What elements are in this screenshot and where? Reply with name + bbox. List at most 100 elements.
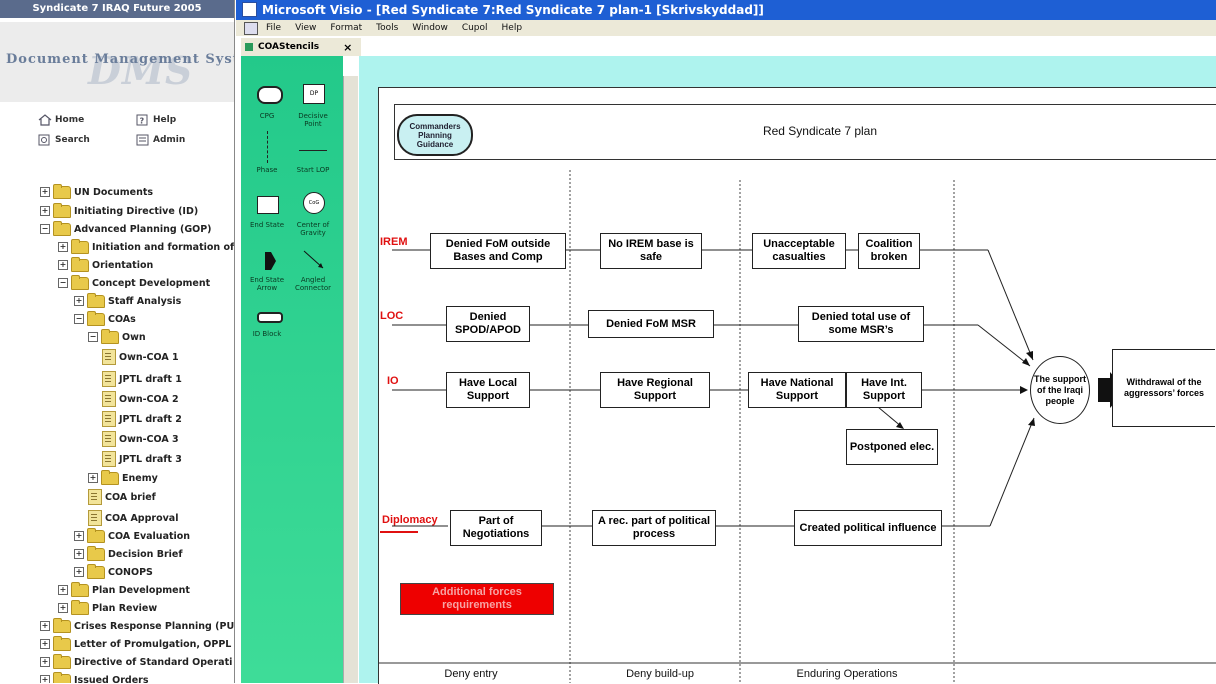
center-of-gravity-circle[interactable]: The support of the Iraqi people xyxy=(1030,356,1090,424)
stencil-close-button[interactable]: × xyxy=(343,41,352,54)
expand-icon[interactable]: + xyxy=(40,639,50,649)
tree-item[interactable]: + Directive of Standard Operati xyxy=(40,653,232,670)
end-state-arrow-shape[interactable] xyxy=(263,250,277,276)
stencil-scrollbar[interactable] xyxy=(343,76,358,683)
phase-enduring-operations: Enduring Operations xyxy=(796,668,898,680)
expand-icon[interactable]: + xyxy=(74,567,84,577)
tree-item[interactable]: − Concept Development xyxy=(58,274,210,291)
tree-item[interactable]: + UN Documents xyxy=(40,183,153,200)
tree-item[interactable]: + Crises Response Planning (PU xyxy=(40,617,234,634)
tree-item[interactable]: + Staff Analysis xyxy=(74,292,181,309)
expand-icon[interactable]: + xyxy=(58,603,68,613)
tree-item[interactable]: JPTL draft 1 xyxy=(102,371,182,387)
decisive-point-shape[interactable]: DP xyxy=(303,84,325,104)
tree-item[interactable]: Own-COA 1 xyxy=(102,349,179,365)
tree-item[interactable]: − Advanced Planning (GOP) xyxy=(40,220,212,237)
menu-format[interactable]: Format xyxy=(330,23,362,33)
id-block-shape[interactable] xyxy=(257,312,283,323)
menu-help[interactable]: Help xyxy=(502,23,523,33)
box-additional-forces[interactable]: Additional forces requirements xyxy=(400,583,554,615)
phase-shape[interactable] xyxy=(267,131,269,163)
document-icon xyxy=(88,510,102,526)
visio-app-icon xyxy=(242,2,257,17)
tree-item[interactable]: + Plan Development xyxy=(58,581,190,598)
box-created-political-influence[interactable]: Created political influence xyxy=(794,510,942,546)
tree-item[interactable]: Own-COA 2 xyxy=(102,391,179,407)
cpg-shape[interactable] xyxy=(257,86,283,104)
expand-icon[interactable]: + xyxy=(88,473,98,483)
box-denied-fom-msr[interactable]: Denied FoM MSR xyxy=(588,310,714,338)
box-postponed-elec[interactable]: Postponed elec. xyxy=(846,429,938,465)
tree-item[interactable]: + Initiation and formation of xyxy=(58,238,234,255)
center-of-gravity-shape[interactable]: CoG xyxy=(303,192,325,214)
box-denied-total-use[interactable]: Denied total use of some MSR’s xyxy=(798,306,924,342)
end-state-box[interactable]: Withdrawal of the aggressors’ forces xyxy=(1112,349,1215,427)
box-denied-spod-apod[interactable]: Denied SPOD/APOD xyxy=(446,306,530,342)
expand-icon[interactable]: + xyxy=(58,242,68,252)
tree-item[interactable]: − Own xyxy=(88,328,146,345)
commanders-guidance-oval[interactable]: Commanders Planning Guidance xyxy=(397,114,473,156)
expand-icon[interactable]: + xyxy=(40,657,50,667)
tree-item[interactable]: JPTL draft 3 xyxy=(102,451,182,467)
collapse-icon[interactable]: − xyxy=(74,314,84,324)
folder-icon xyxy=(101,328,119,344)
end-state-shape[interactable] xyxy=(257,196,279,214)
tree-item[interactable]: + Initiating Directive (ID) xyxy=(40,202,198,219)
collapse-icon[interactable]: − xyxy=(58,278,68,288)
box-have-local-support[interactable]: Have Local Support xyxy=(446,372,530,408)
box-have-regional-support[interactable]: Have Regional Support xyxy=(600,372,710,408)
tree-item[interactable]: COA brief xyxy=(88,489,156,505)
visio-menubar: File View Format Tools Window Cupol Help xyxy=(236,20,1216,36)
expand-icon[interactable]: + xyxy=(40,187,50,197)
box-have-national-support[interactable]: Have National Support xyxy=(748,372,846,408)
menu-tools[interactable]: Tools xyxy=(376,23,398,33)
collapse-icon[interactable]: − xyxy=(88,332,98,342)
nav-home-link[interactable]: Home xyxy=(38,114,84,126)
menu-file[interactable]: File xyxy=(266,23,281,33)
tree-item[interactable]: + CONOPS xyxy=(74,563,153,580)
tree-item[interactable]: + Orientation xyxy=(58,256,153,273)
tree-item[interactable]: Own-COA 3 xyxy=(102,431,179,447)
box-unacceptable-casualties[interactable]: Unacceptable casualties xyxy=(752,233,846,269)
menu-cupol[interactable]: Cupol xyxy=(462,23,488,33)
svg-text:?: ? xyxy=(140,117,145,126)
box-coalition-broken[interactable]: Coalition broken xyxy=(858,233,920,269)
nav-admin-link[interactable]: Admin xyxy=(136,134,185,146)
nav-home-label: Home xyxy=(55,115,85,125)
id-block-label: ID Block xyxy=(252,330,282,338)
home-icon xyxy=(38,114,52,126)
folder-icon xyxy=(53,635,71,651)
folder-icon xyxy=(53,183,71,199)
tree-item[interactable]: + Plan Review xyxy=(58,599,157,616)
tree-item[interactable]: + Letter of Promulgation, OPPL xyxy=(40,635,231,652)
box-part-of-negotiations[interactable]: Part of Negotiations xyxy=(450,510,542,546)
expand-icon[interactable]: + xyxy=(40,675,50,683)
nav-search-link[interactable]: Search xyxy=(38,134,90,146)
angled-connector-shape[interactable] xyxy=(301,248,327,276)
document-menu-icon[interactable] xyxy=(244,21,258,35)
expand-icon[interactable]: + xyxy=(40,206,50,216)
nav-help-link[interactable]: ? Help xyxy=(136,114,176,126)
menu-window[interactable]: Window xyxy=(412,23,448,33)
tree-item[interactable]: + Enemy xyxy=(88,469,158,486)
menu-view[interactable]: View xyxy=(295,23,316,33)
start-lop-shape[interactable] xyxy=(299,150,327,151)
box-have-int-support[interactable]: Have Int. Support xyxy=(846,372,922,408)
expand-icon[interactable]: + xyxy=(58,260,68,270)
expand-icon[interactable]: + xyxy=(74,549,84,559)
box-denied-fom-outside[interactable]: Denied FoM outside Bases and Comp xyxy=(430,233,566,269)
expand-icon[interactable]: + xyxy=(74,296,84,306)
box-no-irem-base[interactable]: No IREM base is safe xyxy=(600,233,702,269)
tree-item[interactable]: + Issued Orders xyxy=(40,671,149,683)
row-label-irem: IREM xyxy=(380,236,408,248)
tree-item[interactable]: + Decision Brief xyxy=(74,545,182,562)
tree-item[interactable]: + COA Evaluation xyxy=(74,527,190,544)
tree-item[interactable]: − COAs xyxy=(74,310,136,327)
expand-icon[interactable]: + xyxy=(40,621,50,631)
expand-icon[interactable]: + xyxy=(74,531,84,541)
box-rec-part-political[interactable]: A rec. part of political process xyxy=(592,510,716,546)
collapse-icon[interactable]: − xyxy=(40,224,50,234)
expand-icon[interactable]: + xyxy=(58,585,68,595)
tree-item[interactable]: COA Approval xyxy=(88,510,178,526)
tree-item[interactable]: JPTL draft 2 xyxy=(102,411,182,427)
